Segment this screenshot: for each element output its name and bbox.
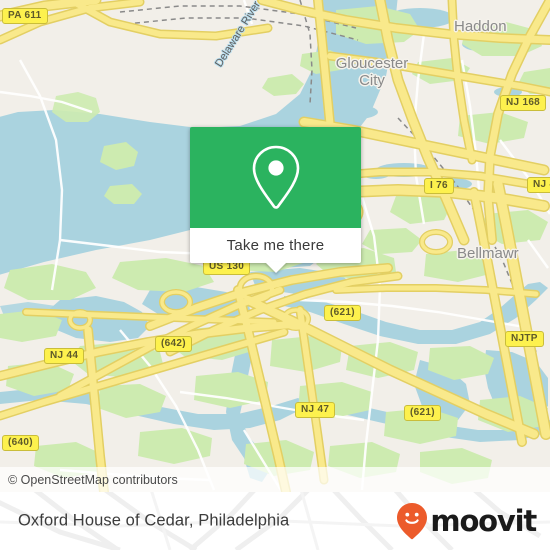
- osm-attribution-text[interactable]: © OpenStreetMap contributors: [8, 473, 178, 487]
- map-canvas[interactable]: PA 611 NJ 168 I 76 NJ 4 US 130 (621) (64…: [0, 0, 550, 492]
- shield-nj-47: NJ 47: [295, 402, 336, 418]
- shield-nj-4: NJ 4: [527, 177, 550, 193]
- footer-bar: Oxford House of Cedar, Philadelphia moov…: [0, 492, 550, 550]
- shield-njtp: NJTP: [505, 331, 544, 347]
- shield-i-76: I 76: [424, 178, 454, 194]
- place-label-haddon: Haddon: [454, 18, 507, 35]
- shield-pa-611: PA 611: [2, 8, 48, 24]
- popup-header: [190, 127, 361, 228]
- place-label-bellmawr: Bellmawr: [457, 245, 519, 262]
- shield-642: (642): [155, 336, 192, 352]
- map-attribution-bar: © OpenStreetMap contributors: [0, 467, 550, 492]
- popup-pointer-tail: [264, 262, 287, 273]
- shield-621-north: (621): [324, 305, 361, 321]
- shield-621-south: (621): [404, 405, 441, 421]
- page-title: Oxford House of Cedar, Philadelphia: [18, 511, 290, 530]
- moovit-brand[interactable]: moovit: [396, 502, 537, 540]
- popup-action-bar[interactable]: Take me there: [190, 228, 361, 273]
- moovit-smiley-pin-icon: [397, 503, 428, 540]
- location-popup[interactable]: Take me there: [190, 127, 361, 273]
- map-pin-icon: [252, 145, 299, 209]
- moovit-wordmark: moovit: [430, 503, 537, 538]
- shield-nj-44: NJ 44: [44, 348, 85, 364]
- place-label-gloucester-city: Gloucester City: [335, 55, 409, 89]
- map-screenshot: PA 611 NJ 168 I 76 NJ 4 US 130 (621) (64…: [0, 0, 550, 550]
- take-me-there-label: Take me there: [226, 237, 325, 254]
- shield-640: (640): [2, 435, 39, 451]
- shield-nj-168: NJ 168: [500, 95, 547, 111]
